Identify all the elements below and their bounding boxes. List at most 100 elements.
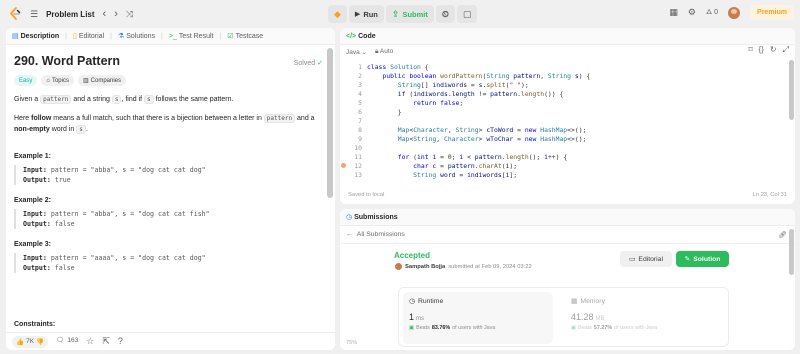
editorial-button[interactable]: ▭ Editorial: [620, 251, 672, 267]
grid-icon[interactable]: ▦: [669, 8, 678, 17]
arrow-left-icon: ←: [346, 231, 353, 238]
code-line: }: [367, 108, 402, 116]
like-dislike-group: 👍 7K 👎: [12, 335, 49, 348]
code-line: if (indiwords.length != pattern.length()…: [397, 90, 564, 98]
solved-label: Solved: [293, 59, 316, 67]
premium-button[interactable]: Premium: [750, 5, 794, 20]
tab-editorial[interactable]: ▯ Editorial: [73, 33, 104, 40]
clock-icon: ◷: [346, 214, 353, 221]
example-1: Example 1: Input: pattern = "abba", s = …: [14, 153, 327, 185]
difficulty-badge: Easy: [14, 75, 38, 86]
bookmark-icon[interactable]: ⌑: [748, 45, 752, 55]
beaker-icon: ▣: [571, 325, 577, 331]
scrollbar[interactable]: [789, 229, 794, 275]
chevron-left-icon[interactable]: ‹: [103, 8, 107, 20]
star-icon[interactable]: ☆: [86, 337, 94, 346]
submissions-panel: ◷ Submissions ← All Submissions 🔗︎ Accep…: [340, 209, 795, 350]
line-number: 3: [358, 81, 362, 89]
top-navbar: ☰ Problem List ‹ › ⤨ ◆ ▶ Run ⇪ Submit ⏲ …: [0, 0, 800, 28]
example-2: Example 2: Input: pattern = "abba", s = …: [14, 197, 327, 229]
code-editor[interactable]: 1 class Solution { 2 public boolean word…: [340, 60, 780, 185]
memory-value: 41.28: [571, 312, 594, 322]
check-circle-icon: ✓: [317, 60, 323, 67]
thumb-down-icon[interactable]: 👎: [36, 338, 44, 346]
line-number: 7: [358, 117, 362, 125]
braces-icon[interactable]: {}: [759, 45, 764, 55]
line-number: 6: [358, 108, 362, 116]
chevron-right-icon[interactable]: ›: [114, 8, 118, 20]
submit-button[interactable]: ⇪ Submit: [385, 5, 434, 23]
chevron-down-icon: ⌄: [361, 49, 367, 56]
avatar[interactable]: [728, 6, 741, 19]
note-icon: ▢: [462, 8, 472, 19]
username[interactable]: Sampath Bojja: [405, 264, 445, 270]
tab-testcase[interactable]: ☑ Testcase: [227, 33, 263, 40]
tab-solutions[interactable]: ⚗ Solutions: [118, 33, 155, 40]
book-icon: ▭: [629, 256, 636, 263]
tab-test-result[interactable]: >_ Test Result: [169, 33, 214, 40]
thumb-up-icon[interactable]: 👍: [16, 338, 24, 346]
timer-button[interactable]: ⏲: [435, 5, 455, 23]
auto-mode[interactable]: 🔒︎ Auto: [375, 48, 393, 56]
memory-card[interactable]: ▦ Memory 41.28 MB ▣ Beats 57.27% of users wit…: [565, 292, 715, 344]
line-number: 12: [354, 162, 362, 170]
memory-label: Memory: [580, 297, 605, 305]
distribution-axis-label: 75%: [346, 340, 358, 346]
submissions-header: ◷ Submissions: [340, 209, 795, 226]
share-icon[interactable]: ⇱: [102, 337, 110, 346]
code-line: class Solution {: [367, 63, 429, 71]
back-button[interactable]: ← All Submissions: [346, 231, 405, 238]
runtime-card[interactable]: ◷ Runtime 1 ms ▣ Beats 83.76% of users with J…: [403, 292, 553, 344]
expand-icon[interactable]: ⤢: [783, 45, 789, 55]
link-icon[interactable]: 🔗︎: [778, 231, 787, 239]
example-title: Example 2:: [14, 197, 51, 204]
code-header: </> Code: [340, 28, 795, 45]
logo-icon[interactable]: [8, 7, 22, 21]
page-title[interactable]: 290. Word Pattern: [14, 54, 327, 68]
line-number: 8: [358, 126, 362, 134]
submissions-tab[interactable]: ◷ Submissions: [346, 213, 398, 222]
submission-meta: Sampath Bojja submitted at Feb 09, 2024 …: [395, 263, 532, 270]
example-title: Example 3:: [14, 241, 51, 248]
code-line: String[] indiwords = s.split(" ");: [397, 81, 529, 89]
comment-icon: 🗨: [56, 337, 65, 345]
code-line: return false;: [413, 99, 464, 107]
tag-icon: ⌂: [46, 77, 50, 84]
code-tab[interactable]: </> Code: [346, 33, 376, 40]
play-icon: ▶: [354, 10, 361, 18]
code-line: Map<String, Character> wToChar = new Has…: [397, 135, 587, 143]
code-line: public boolean wordPattern(String patter…: [382, 72, 591, 80]
back-row: ← All Submissions 🔗︎: [340, 226, 795, 244]
topics-tag[interactable]: ⌂ Topics: [41, 75, 74, 86]
reset-icon[interactable]: ↻: [770, 45, 777, 55]
shuffle-icon[interactable]: ⤨: [126, 9, 133, 19]
editor-tools: ⌑ {} ↻ ⤢: [748, 45, 789, 55]
run-button[interactable]: ▶ Run: [348, 5, 384, 23]
notes-button[interactable]: ▢: [456, 5, 478, 23]
runtime-beats: 83.76%: [431, 325, 451, 331]
solved-badge: Solved ✓: [293, 59, 323, 68]
scrollbar[interactable]: [789, 60, 794, 120]
chip-icon: ▦: [571, 298, 578, 305]
clock-icon: ◷: [409, 298, 415, 305]
building-icon: ▥: [82, 78, 89, 84]
debug-button[interactable]: ◆: [328, 5, 347, 23]
submitted-time: submitted at Feb 09, 2024 03:22: [448, 263, 532, 270]
language-select[interactable]: Java ⌄: [346, 48, 367, 56]
list-icon[interactable]: ☰: [30, 9, 38, 19]
tab-description[interactable]: ▤ Description: [12, 33, 59, 40]
streak-counter[interactable]: 🜂 0: [706, 9, 718, 16]
settings-icon[interactable]: ⚙: [688, 8, 696, 17]
scrollbar[interactable]: [327, 48, 333, 198]
code-toolbar: Java ⌄ 🔒︎ Auto: [340, 45, 795, 59]
code-line: char c = pattern.charAt(i);: [413, 162, 518, 170]
line-number: 2: [358, 72, 362, 80]
all-submissions-link: All Submissions: [356, 231, 405, 238]
problem-list-link[interactable]: Problem List: [46, 10, 94, 19]
comment-button[interactable]: 🗨 163: [56, 338, 78, 345]
tab-testcase-label: Testcase: [235, 32, 264, 40]
help-icon[interactable]: ?: [118, 337, 123, 346]
companies-tag[interactable]: ▥ Companies: [77, 75, 127, 86]
tag-row: Easy ⌂ Topics ▥ Companies: [14, 75, 327, 86]
solution-button[interactable]: ✎ Solution: [676, 251, 729, 267]
